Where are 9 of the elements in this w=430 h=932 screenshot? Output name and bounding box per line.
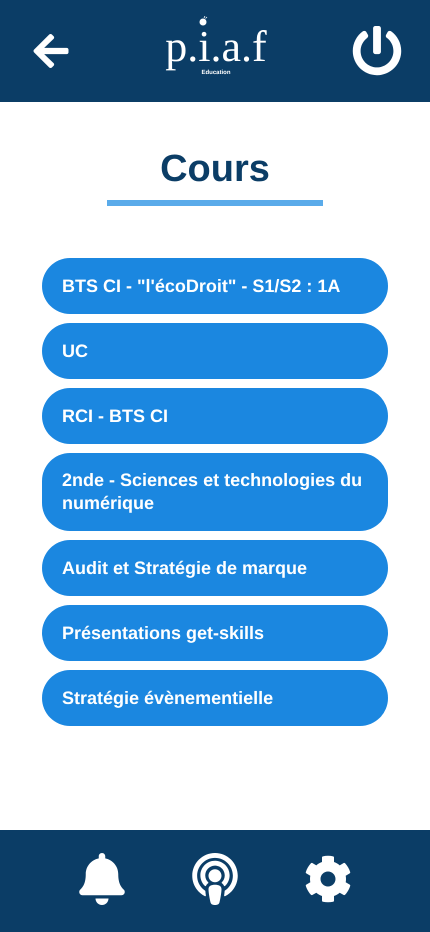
course-button[interactable]: Stratégie évènementielle: [42, 670, 388, 726]
course-button[interactable]: Présentations get-skills: [42, 605, 388, 661]
logo-text: p.i.a.f: [165, 25, 267, 69]
course-button[interactable]: RCI - BTS CI: [42, 388, 388, 444]
course-button[interactable]: UC: [42, 323, 388, 379]
course-button[interactable]: BTS CI - "l'écoDroit" - S1/S2 : 1A: [42, 258, 388, 314]
course-button[interactable]: Audit et Stratégie de marque: [42, 540, 388, 596]
page-title: Cours: [160, 147, 270, 192]
course-button[interactable]: 2nde - Sciences et technologies du numérique: [42, 453, 388, 531]
